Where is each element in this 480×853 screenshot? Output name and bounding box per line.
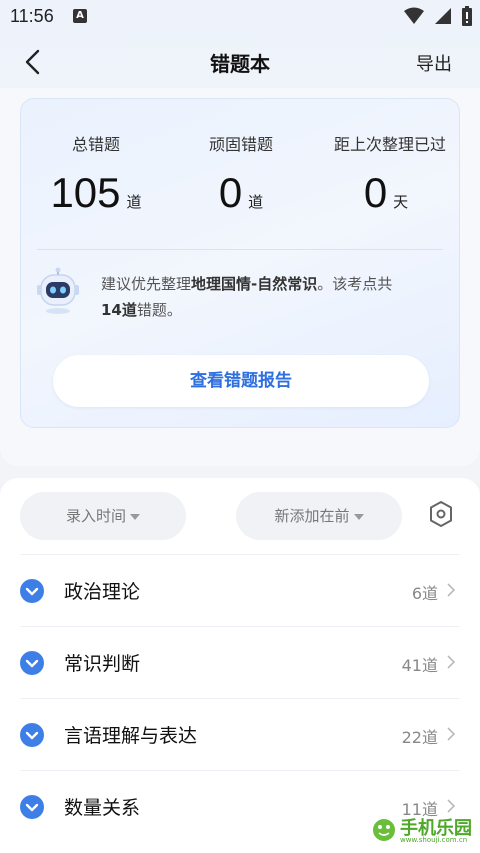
stat-unit: 道 (126, 193, 142, 211)
chevron-down-icon[interactable] (20, 651, 44, 675)
status-icons (404, 6, 472, 26)
chevron-right-icon (447, 583, 456, 597)
stat-value: 105 (50, 169, 121, 216)
chevron-right-icon (447, 727, 456, 741)
status-a-badge: A (73, 9, 87, 23)
list-item[interactable]: 常识判断 41道 (20, 626, 460, 698)
battery-icon (462, 6, 472, 26)
category-count: 22道 (401, 728, 438, 747)
list-item[interactable]: 言语理解与表达 22道 (20, 698, 460, 770)
chevron-down-icon[interactable] (20, 795, 44, 819)
wifi-icon (404, 7, 424, 24)
category-count: 6道 (411, 584, 438, 603)
wrong-question-list: 录入时间 新添加在前 政治理论 6道 常识判断 41道 言语理解与表达 22道 … (0, 478, 480, 853)
stat-value: 0 (218, 169, 243, 216)
category-name: 政治理论 (64, 581, 141, 603)
export-button[interactable]: 导出 (416, 50, 452, 76)
summary-section: 总错题 105 道 顽固错题 0 道 距上次整理已过 0 天 建议优先整理地理国… (0, 88, 480, 466)
settings-hexagon-icon[interactable] (428, 500, 454, 528)
category-name: 言语理解与表达 (64, 725, 198, 747)
chevron-down-icon[interactable] (20, 579, 44, 603)
suggestion-topic: 地理国情-自然常识 (191, 275, 318, 293)
filter-label: 新添加在前 (274, 507, 350, 525)
signal-icon (435, 8, 451, 24)
stat-days-since: 距上次整理已过 0 天 (311, 131, 461, 217)
category-name: 常识判断 (64, 653, 141, 675)
status-bar: 11:56 A (0, 0, 480, 36)
stat-label: 距上次整理已过 (333, 135, 446, 154)
filter-entry-time[interactable]: 录入时间 (20, 492, 186, 540)
app-screen: 11:56 A 错题本 导出 总错题 105 道 顽固错题 0 道 距上次整理已… (0, 0, 480, 853)
chevron-right-icon (447, 799, 456, 813)
robot-icon (37, 267, 79, 314)
stat-label: 顽固错题 (208, 135, 273, 154)
status-time: 11:56 (10, 6, 54, 26)
watermark-sub: www.shouji.com.cn (400, 836, 468, 844)
stat-unit: 天 (393, 193, 409, 211)
stat-stubborn: 顽固错题 0 道 (166, 131, 316, 217)
page-title: 错题本 (210, 52, 270, 76)
filter-label: 录入时间 (65, 507, 126, 525)
category-count: 41道 (401, 656, 438, 675)
stats-row: 总错题 105 道 顽固错题 0 道 距上次整理已过 0 天 (21, 99, 461, 249)
list-item[interactable]: 政治理论 6道 (20, 554, 460, 626)
divider (37, 249, 443, 250)
watermark-logo: 手机乐园 www.shouji.com.cn (370, 812, 478, 848)
caret-down-icon (130, 513, 140, 520)
suggestion-count: 14道 (101, 301, 137, 319)
caret-down-icon (353, 513, 364, 520)
stat-unit: 道 (248, 193, 264, 211)
stat-label: 总错题 (71, 135, 120, 154)
filter-sort-order[interactable]: 新添加在前 (236, 492, 402, 540)
suggestion-text: 建议优先整理地理国情-自然常识。该考点共 14道错题。 (101, 275, 393, 319)
category-name: 数量关系 (64, 797, 141, 819)
chevron-right-icon (447, 655, 456, 669)
stat-total: 总错题 105 道 (21, 131, 171, 217)
summary-card: 总错题 105 道 顽固错题 0 道 距上次整理已过 0 天 建议优先整理地理国… (20, 98, 460, 428)
chevron-down-icon[interactable] (20, 723, 44, 747)
view-report-button[interactable]: 查看错题报告 (53, 355, 429, 407)
stat-value: 0 (363, 169, 388, 216)
nav-bar: 错题本 导出 (0, 36, 480, 88)
